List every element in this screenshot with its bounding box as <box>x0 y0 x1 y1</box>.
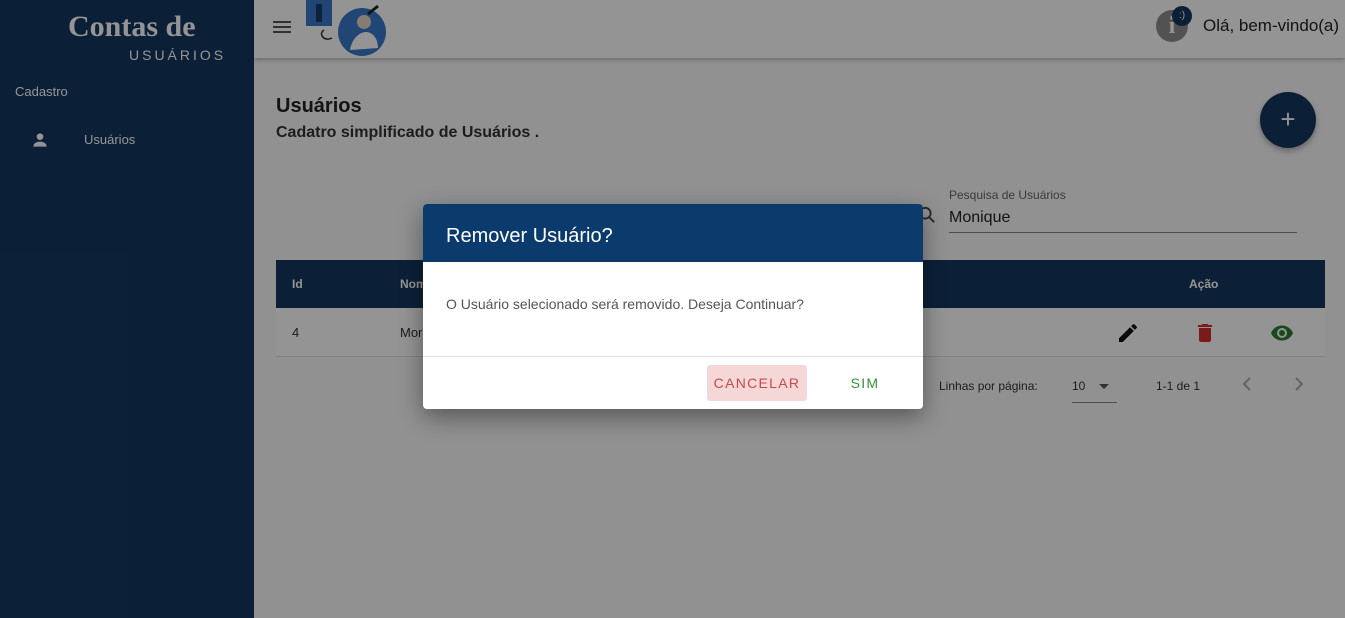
dialog-header: Remover Usuário? <box>423 204 923 262</box>
remove-user-dialog: Remover Usuário? O Usuário selecionado s… <box>423 204 923 409</box>
dialog-message: O Usuário selecionado será removido. Des… <box>446 296 804 312</box>
dialog-title: Remover Usuário? <box>446 225 613 247</box>
confirm-button[interactable]: SIM <box>823 365 907 401</box>
dialog-divider <box>423 356 923 357</box>
cancel-button[interactable]: CANCELAR <box>707 365 807 401</box>
